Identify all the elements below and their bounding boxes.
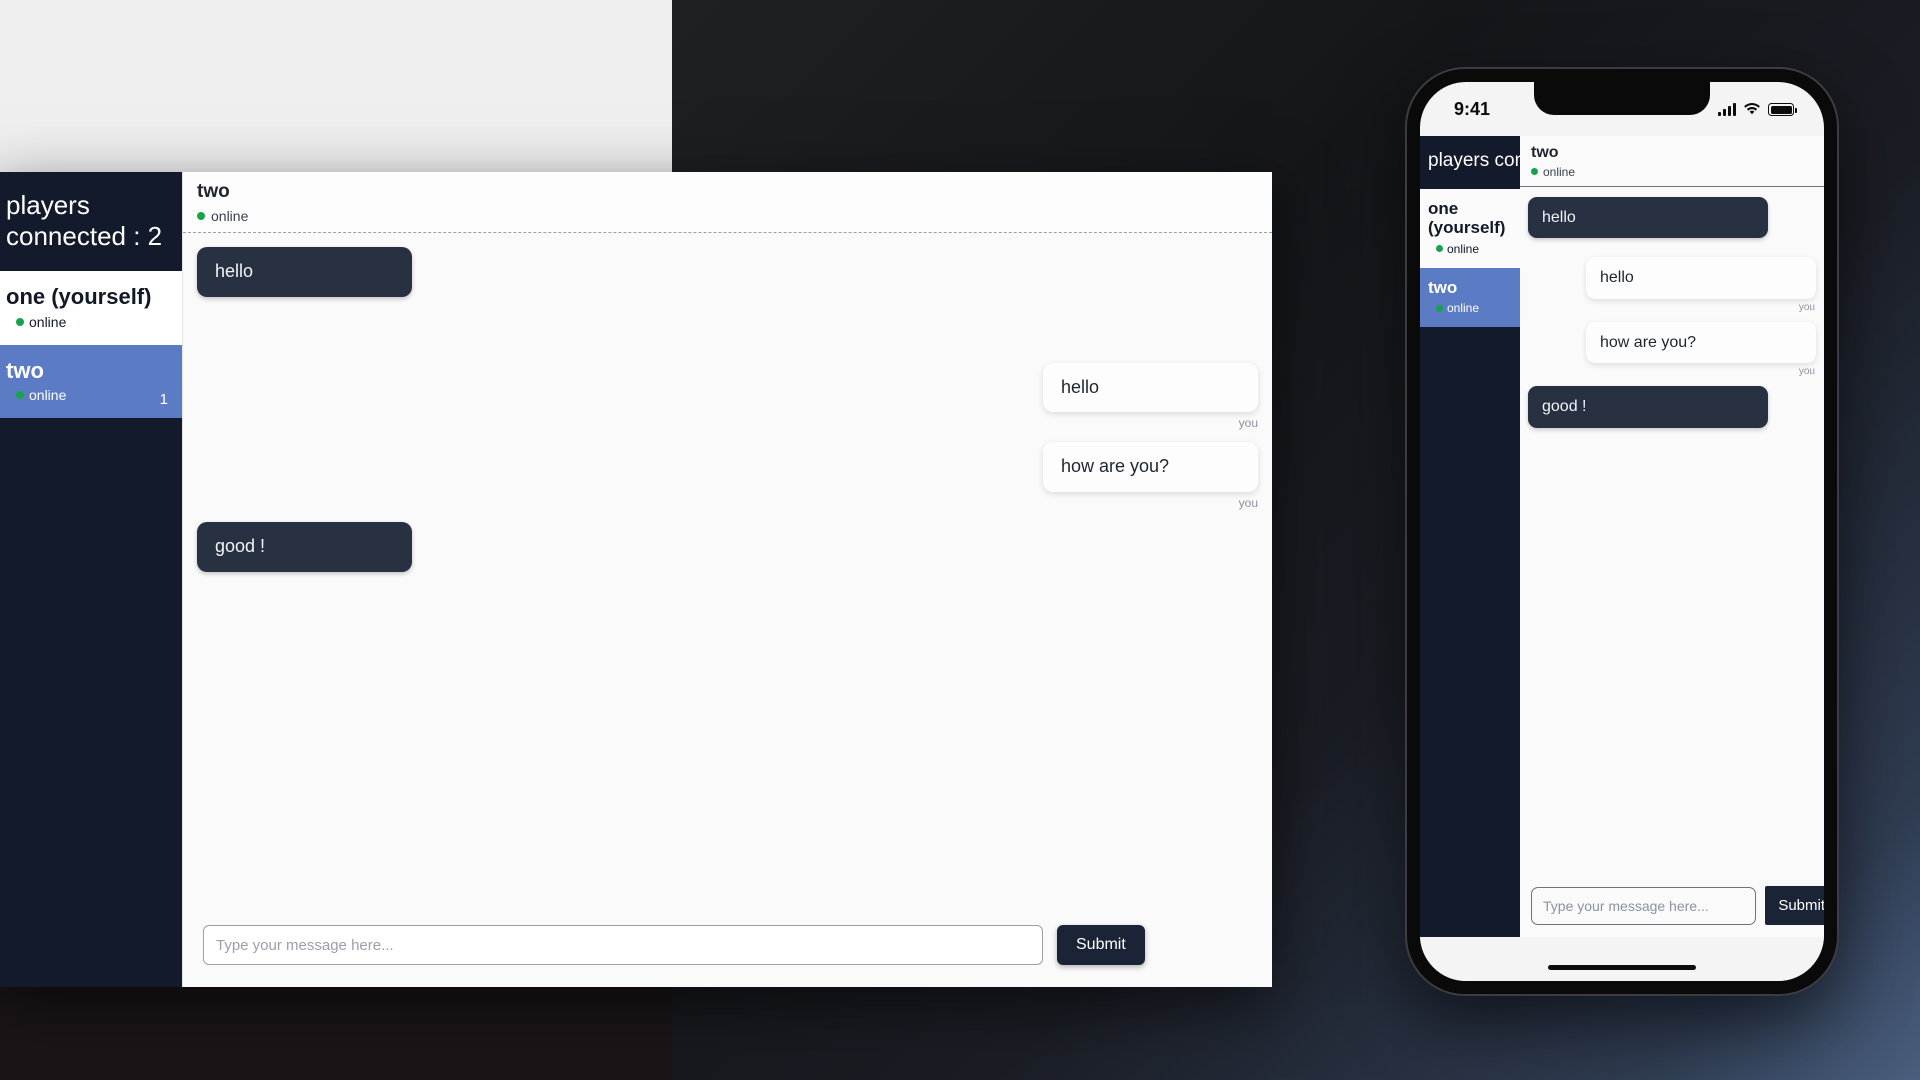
phone-message-bubble: hello [1586,257,1816,299]
screenshot-root: players connected : 2 one (yourself) onl… [0,0,1920,1080]
message-bubble: good ! [197,522,412,573]
phone-sidebar-player-name: one (yourself) [1428,198,1506,238]
phone-message-input[interactable]: Type your message here... [1531,886,1757,925]
desktop-sidebar: players connected : 2 one (yourself) onl… [0,172,182,987]
phone-message-row: hello [1520,257,1824,299]
message-author-label: you [1238,496,1258,511]
backdrop-light-panel [0,0,672,172]
phone-message-list: hello hello you how are you? you good ! [1520,187,1824,876]
cellular-bars-icon [1718,103,1736,116]
phone-chat-main: two online hello hello you how are you? … [1520,136,1824,937]
phone-message-bubble: good ! [1528,386,1768,428]
phone-sidebar-player-status-label: online [1447,301,1480,316]
sidebar-player-name: one (yourself) [6,284,152,310]
players-connected-label: players connected : 2 [6,190,163,251]
sidebar-player-two[interactable]: two online 1 [0,344,182,418]
online-dot-icon [1436,245,1443,253]
phone-chat-header-name: two [1531,144,1559,161]
desktop-chat-window: players connected : 2 one (yourself) onl… [0,172,1272,987]
phone-mockup: 9:41 players connected : 2 one (yourself [1407,69,1837,994]
phone-message-row: good ! [1520,386,1824,428]
wifi-icon [1744,103,1760,115]
message-input[interactable]: Type your message here... [203,925,1043,965]
message-row: how are you? [183,442,1272,493]
message-row: hello [183,362,1272,413]
phone-chat-header-status: online [1531,165,1813,179]
phone-message-spacer [1520,238,1824,257]
sidebar-filler [0,417,182,987]
phone-message-row: how are you? [1520,321,1824,364]
sidebar-player-status: online [6,314,168,330]
phone-chat-header-status-label: online [1543,164,1576,179]
phone-sidebar-player-status: online [1428,301,1512,315]
message-bubble: hello [1043,362,1258,413]
desktop-chat-main: two online hello hello you how are you? [182,172,1272,987]
message-list: hello hello you how are you? you good ! [183,233,1272,909]
phone-sidebar-filler [1420,327,1520,937]
message-bubble: how are you? [1043,442,1258,493]
phone-sidebar-player-name: two [1428,277,1458,297]
phone-screen: 9:41 players connected : 2 one (yourself [1420,82,1824,981]
online-dot-icon [16,317,24,326]
sidebar-player-status: online [6,387,168,403]
online-dot-icon [1436,304,1443,312]
status-bar-time: 9:41 [1454,98,1491,119]
online-dot-icon [1531,168,1538,176]
home-indicator[interactable] [1548,965,1696,970]
phone-sidebar-player-status-label: online [1447,241,1480,256]
phone-message-author-label: you [1798,366,1815,378]
online-dot-icon [197,211,205,220]
phone-status-bar: 9:41 [1420,82,1824,136]
phone-message-bubble: hello [1528,196,1768,239]
chat-header-status: online [197,208,1258,224]
phone-app-body: players connected : 2 one (yourself) onl… [1420,136,1824,937]
phone-message-bubble: how are you? [1586,321,1816,364]
phone-message-author-label: you [1798,301,1815,313]
message-row: good ! [183,522,1272,573]
phone-sidebar-player-one[interactable]: one (yourself) online [1420,188,1520,268]
chat-header-name: two [197,181,230,202]
battery-icon [1768,103,1797,116]
phone-message-row: hello [1520,196,1824,239]
phone-players-connected-label: players connected : 2 [1428,150,1609,171]
status-bar-indicators [1718,102,1797,116]
phone-message-composer: Type your message here... Submit [1520,876,1824,937]
message-author-label: you [1238,416,1258,431]
submit-button[interactable]: Submit [1057,925,1145,965]
phone-bottom-area [1420,937,1824,981]
phone-sidebar: players connected : 2 one (yourself) onl… [1420,136,1609,937]
chat-header-status-label: online [211,207,249,224]
online-dot-icon [16,390,24,399]
phone-submit-button[interactable]: Submit [1765,886,1824,925]
sidebar-player-name: two [6,357,44,383]
phone-sidebar-player-two[interactable]: two online [1420,267,1520,328]
sidebar-player-status-label: online [29,386,67,403]
sidebar-player-one[interactable]: one (yourself) online [0,271,182,345]
phone-sidebar-player-status: online [1428,242,1512,256]
message-row: hello [183,246,1272,297]
chat-header: two online [183,172,1272,233]
phone-chat-header: two online [1520,136,1824,187]
sidebar-player-status-label: online [29,313,67,330]
message-bubble: hello [197,246,412,297]
unread-badge: 1 [159,390,168,408]
message-composer: Type your message here... Submit [183,909,1272,987]
